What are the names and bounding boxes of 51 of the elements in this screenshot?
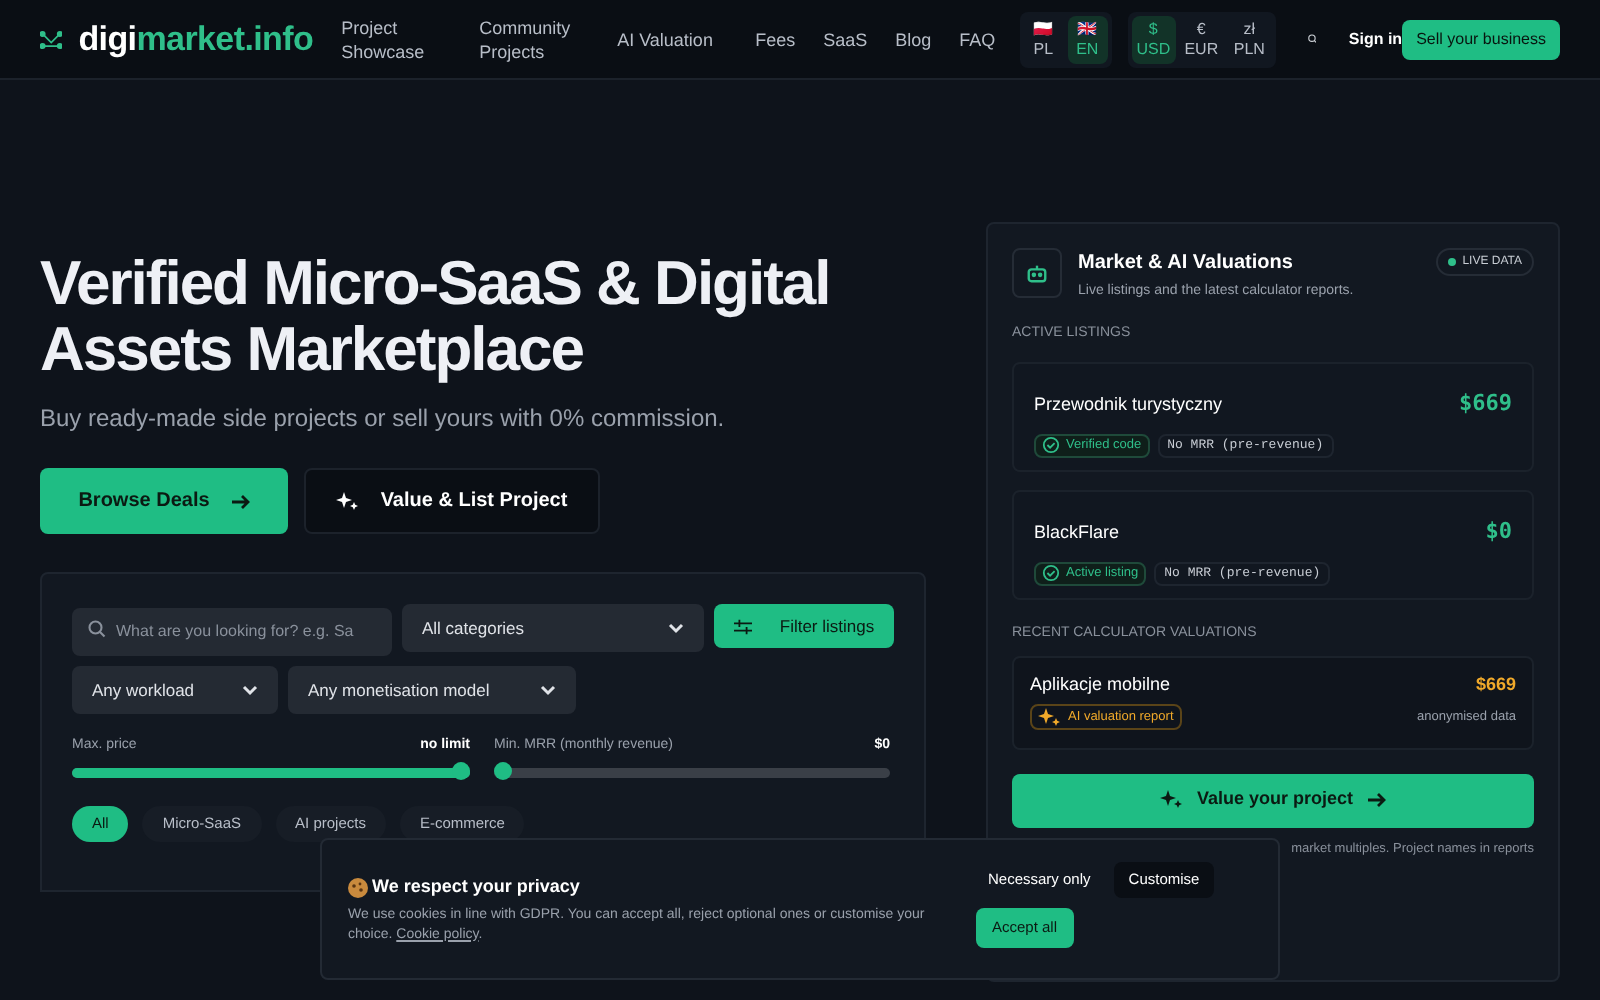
sign-in-link[interactable]: Sign in	[1348, 27, 1403, 51]
value-list-button[interactable]: Value & List Project	[304, 468, 600, 534]
language-option[interactable]: 🇵🇱 PL	[1023, 15, 1064, 63]
arrow-right-icon	[1365, 790, 1386, 810]
sliders-icon	[733, 617, 752, 635]
panel-title: Market & AI Valuations	[1078, 250, 1295, 278]
currency-option[interactable]: zł PLN	[1227, 15, 1272, 63]
arrow-right-icon	[229, 491, 250, 511]
value-project-button[interactable]: Value your project	[1012, 773, 1534, 827]
currency-option[interactable]: $ USD	[1131, 15, 1176, 63]
chevron-down-icon	[668, 620, 684, 636]
hero-subtitle: Buy ready-made side projects or sell yours with 0% commission.	[40, 402, 727, 436]
slider-track[interactable]	[72, 767, 470, 777]
nav-link[interactable]: Blog	[895, 27, 932, 51]
brand-name[interactable]: digimarket.info	[78, 13, 314, 65]
slider-track[interactable]	[494, 767, 890, 777]
chevron-down-icon	[242, 682, 258, 698]
cookie-title: We respect your privacy	[372, 874, 580, 900]
search-field[interactable]: What are you looking for? e.g. Sa	[72, 607, 392, 655]
currency-option[interactable]: € EUR	[1179, 15, 1224, 63]
nav-link[interactable]: SaaS	[823, 27, 868, 51]
hero-title: Verified Micro-SaaS & Digital Assets Marketplace	[40, 250, 832, 382]
robot-icon	[1012, 248, 1062, 298]
listing-name: BlackFlare	[1034, 519, 1120, 545]
valuation-price: $669	[1475, 671, 1516, 697]
check-circle-icon	[1042, 436, 1060, 454]
browse-deals-button[interactable]: Browse Deals	[40, 468, 288, 534]
workload-select[interactable]: Any workload	[72, 666, 278, 714]
slider-thumb[interactable]	[452, 762, 470, 780]
nav-link[interactable]: Community Projects	[479, 15, 590, 63]
nav-link[interactable]: FAQ	[959, 27, 996, 51]
nav-link[interactable]: Project Showcase	[341, 15, 452, 63]
category-select[interactable]: All categories	[402, 604, 704, 652]
sparkle-icon	[1160, 788, 1185, 812]
chevron-down-icon	[540, 682, 556, 698]
nav-link[interactable]: AI Valuation	[617, 27, 728, 51]
search-icon	[88, 619, 106, 637]
listing-name: Przewodnik turystyczny	[1034, 391, 1223, 418]
sparkle-icon	[1038, 705, 1062, 729]
cookie-icon	[348, 877, 368, 898]
filter-listings-button[interactable]: Filter listings	[714, 604, 894, 648]
valuation-name: Aplikacje mobilne	[1030, 671, 1171, 698]
sell-business-button[interactable]: Sell your business	[1402, 19, 1560, 59]
listing-price: $0	[1485, 516, 1512, 548]
language-option[interactable]: 🇬🇧 EN	[1067, 15, 1108, 63]
slider-thumb[interactable]	[494, 762, 512, 780]
monetisation-select[interactable]: Any monetisation model	[288, 666, 576, 714]
listing-price: $669	[1459, 388, 1512, 420]
nav-link[interactable]: Fees	[755, 27, 796, 51]
check-circle-icon	[1042, 564, 1060, 582]
sparkle-icon	[336, 489, 361, 513]
